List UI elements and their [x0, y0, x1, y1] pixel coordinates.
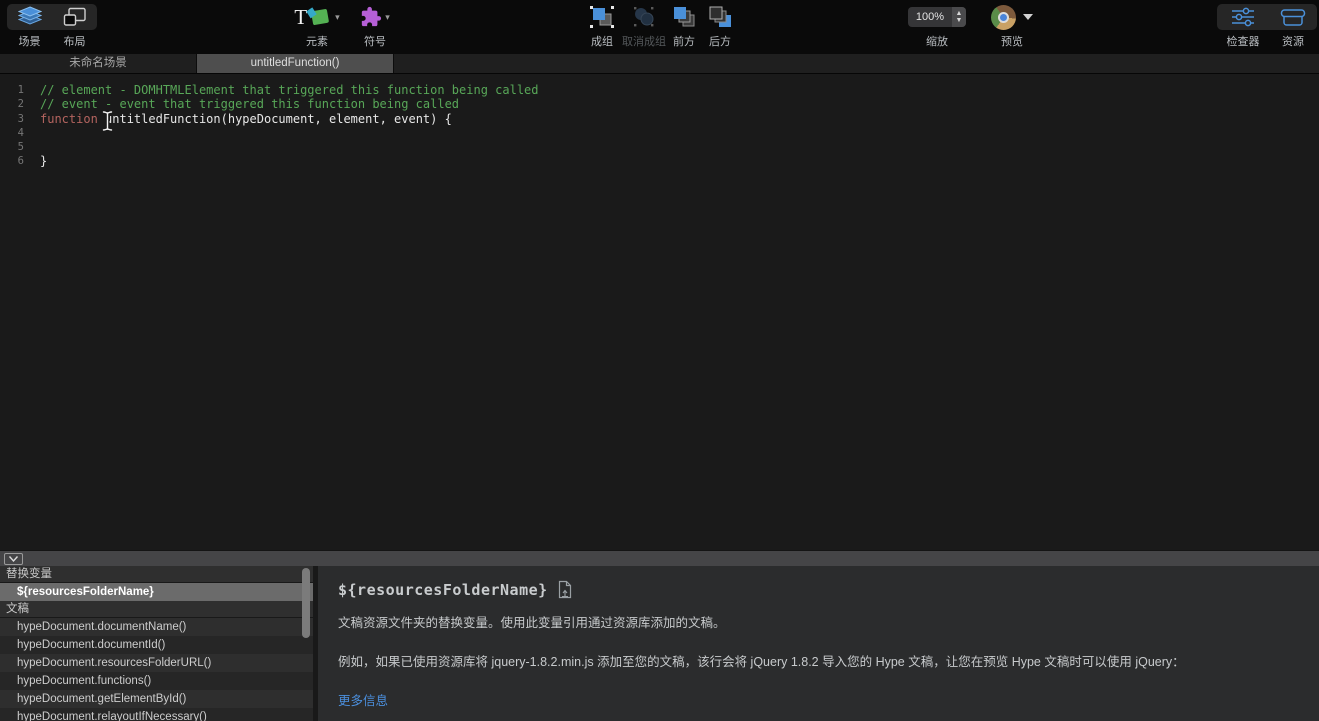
- symbols-label: 符号: [364, 33, 386, 49]
- send-backward-icon: [707, 4, 733, 30]
- code-line[interactable]: 6}: [0, 154, 1319, 168]
- inspector-button[interactable]: 检查器: [1217, 4, 1269, 49]
- code-text: }: [40, 154, 47, 168]
- preview-dropdown-icon[interactable]: [1023, 14, 1033, 20]
- library-section-header: 替换变量: [0, 566, 313, 583]
- elements-icon: T ▾: [294, 4, 339, 30]
- preview-group: 预览: [985, 4, 1039, 49]
- insert-group: T ▾ 元素 ▾ 符号: [285, 4, 401, 49]
- tab-untitled-scene[interactable]: 未命名场景: [0, 54, 197, 73]
- library-item[interactable]: hypeDocument.resourcesFolderURL(): [0, 654, 313, 672]
- line-number: 6: [0, 154, 24, 168]
- code-text: // element - DOMHTMLElement that trigger…: [40, 83, 539, 97]
- elements-button[interactable]: T ▾ 元素: [285, 4, 349, 49]
- layouts-label: 布局: [64, 33, 86, 49]
- zoom-control: 100% ▲▼ 缩放: [908, 4, 966, 49]
- arrange-group: 成组 取消成组: [582, 4, 738, 49]
- code-line[interactable]: 3function untitledFunction(hypeDocument,…: [0, 112, 1319, 126]
- resources-button[interactable]: 资源: [1269, 4, 1317, 49]
- ungroup-icon: [631, 4, 657, 30]
- panels-group: 检查器 资源: [1217, 4, 1317, 49]
- scene-layout-group: 场景 布局: [7, 4, 97, 49]
- code-editor[interactable]: 1 // element - DOMHTMLElement that trigge…: [0, 74, 1319, 550]
- library-item[interactable]: hypeDocument.functions(): [0, 672, 313, 690]
- inspector-label: 检查器: [1227, 33, 1260, 49]
- inspector-sliders-icon: [1230, 4, 1256, 30]
- code-line[interactable]: 4: [0, 126, 1319, 140]
- scenes-button[interactable]: 场景: [7, 4, 52, 49]
- elements-label: 元素: [306, 33, 328, 49]
- tab-untitled-function[interactable]: untitledFunction(): [197, 54, 394, 73]
- symbols-button[interactable]: ▾ 符号: [349, 4, 401, 49]
- zoom-stepper[interactable]: 100% ▲▼: [908, 7, 966, 27]
- doc-paragraph: 文稿资源文件夹的替换变量。使用此变量引用通过资源库添加的文稿。: [338, 614, 1295, 632]
- more-info-link[interactable]: 更多信息: [338, 690, 388, 709]
- chevron-down-icon: ▾: [335, 13, 340, 22]
- main-toolbar: 场景 布局 T ▾ 元素: [0, 0, 1319, 54]
- preview-button[interactable]: 预览: [985, 4, 1039, 49]
- chevron-down-icon: [8, 555, 19, 563]
- layouts-icon: [63, 4, 87, 30]
- scrollbar-thumb[interactable]: [302, 568, 310, 638]
- browser-preview-icon: [991, 5, 1016, 30]
- line-number: 5: [0, 140, 24, 154]
- stepper-arrows-icon[interactable]: ▲▼: [952, 7, 966, 27]
- line-number: 1: [0, 83, 24, 97]
- ungroup-label: 取消成组: [622, 33, 666, 49]
- library-item[interactable]: ${resourcesFolderName}: [0, 583, 313, 601]
- zoom-group: 100% ▲▼ 缩放: [908, 4, 966, 49]
- line-number: 4: [0, 126, 24, 140]
- code-line[interactable]: 5: [0, 140, 1319, 154]
- line-number: 2: [0, 97, 24, 111]
- code-line[interactable]: 1 // element - DOMHTMLElement that trigge…: [0, 83, 1319, 97]
- library-item[interactable]: hypeDocument.getElementById(): [0, 690, 313, 708]
- bring-forward-icon: [671, 4, 697, 30]
- function-help-panel: 替换变量${resourcesFolderName}文稿hypeDocument…: [0, 566, 1319, 721]
- doc-title: ${resourcesFolderName}: [338, 581, 548, 599]
- code-line[interactable]: 2// event - event that triggered this fu…: [0, 97, 1319, 111]
- group-label: 成组: [591, 33, 613, 49]
- library-item[interactable]: hypeDocument.documentName(): [0, 618, 313, 636]
- bring-forward-button[interactable]: 前方: [666, 4, 702, 49]
- doc-panel: ${resourcesFolderName} 文稿资源文件夹的替换变量。使用此变…: [318, 566, 1319, 721]
- line-number: 3: [0, 112, 24, 126]
- library-section-header: 文稿: [0, 601, 313, 618]
- send-backward-button[interactable]: 后方: [702, 4, 738, 49]
- library-item[interactable]: hypeDocument.documentId(): [0, 636, 313, 654]
- zoom-label: 缩放: [926, 33, 948, 49]
- bring-forward-label: 前方: [673, 33, 695, 49]
- chevron-down-icon: ▾: [385, 13, 390, 22]
- resources-label: 资源: [1282, 33, 1304, 49]
- send-backward-label: 后方: [709, 33, 731, 49]
- library-list[interactable]: 替换变量${resourcesFolderName}文稿hypeDocument…: [0, 566, 313, 721]
- panel-divider[interactable]: [0, 550, 1319, 566]
- preview-label: 预览: [1001, 33, 1023, 49]
- group-button[interactable]: 成组: [582, 4, 622, 49]
- symbols-puzzle-icon: ▾: [360, 4, 390, 30]
- layouts-button[interactable]: 布局: [52, 4, 97, 49]
- code-lines: 1 // element - DOMHTMLElement that trigge…: [0, 83, 1319, 169]
- resources-box-icon: [1280, 4, 1306, 30]
- scenes-layers-icon: [18, 4, 42, 30]
- zoom-value: 100%: [908, 11, 952, 23]
- doc-paragraph: 例如，如果已使用资源库将 jquery-1.8.2.min.js 添加至您的文稿…: [338, 653, 1295, 671]
- ungroup-button: 取消成组: [622, 4, 666, 49]
- collapse-panel-button[interactable]: [4, 553, 23, 565]
- scenes-label: 场景: [19, 33, 41, 49]
- library-item[interactable]: hypeDocument.relayoutIfNecessary(): [0, 708, 313, 721]
- group-icon: [589, 4, 615, 30]
- text-cursor-ibeam: [101, 110, 114, 132]
- insert-snippet-icon[interactable]: [557, 580, 573, 599]
- scene-tab-bar: 未命名场景 untitledFunction(): [0, 54, 1319, 74]
